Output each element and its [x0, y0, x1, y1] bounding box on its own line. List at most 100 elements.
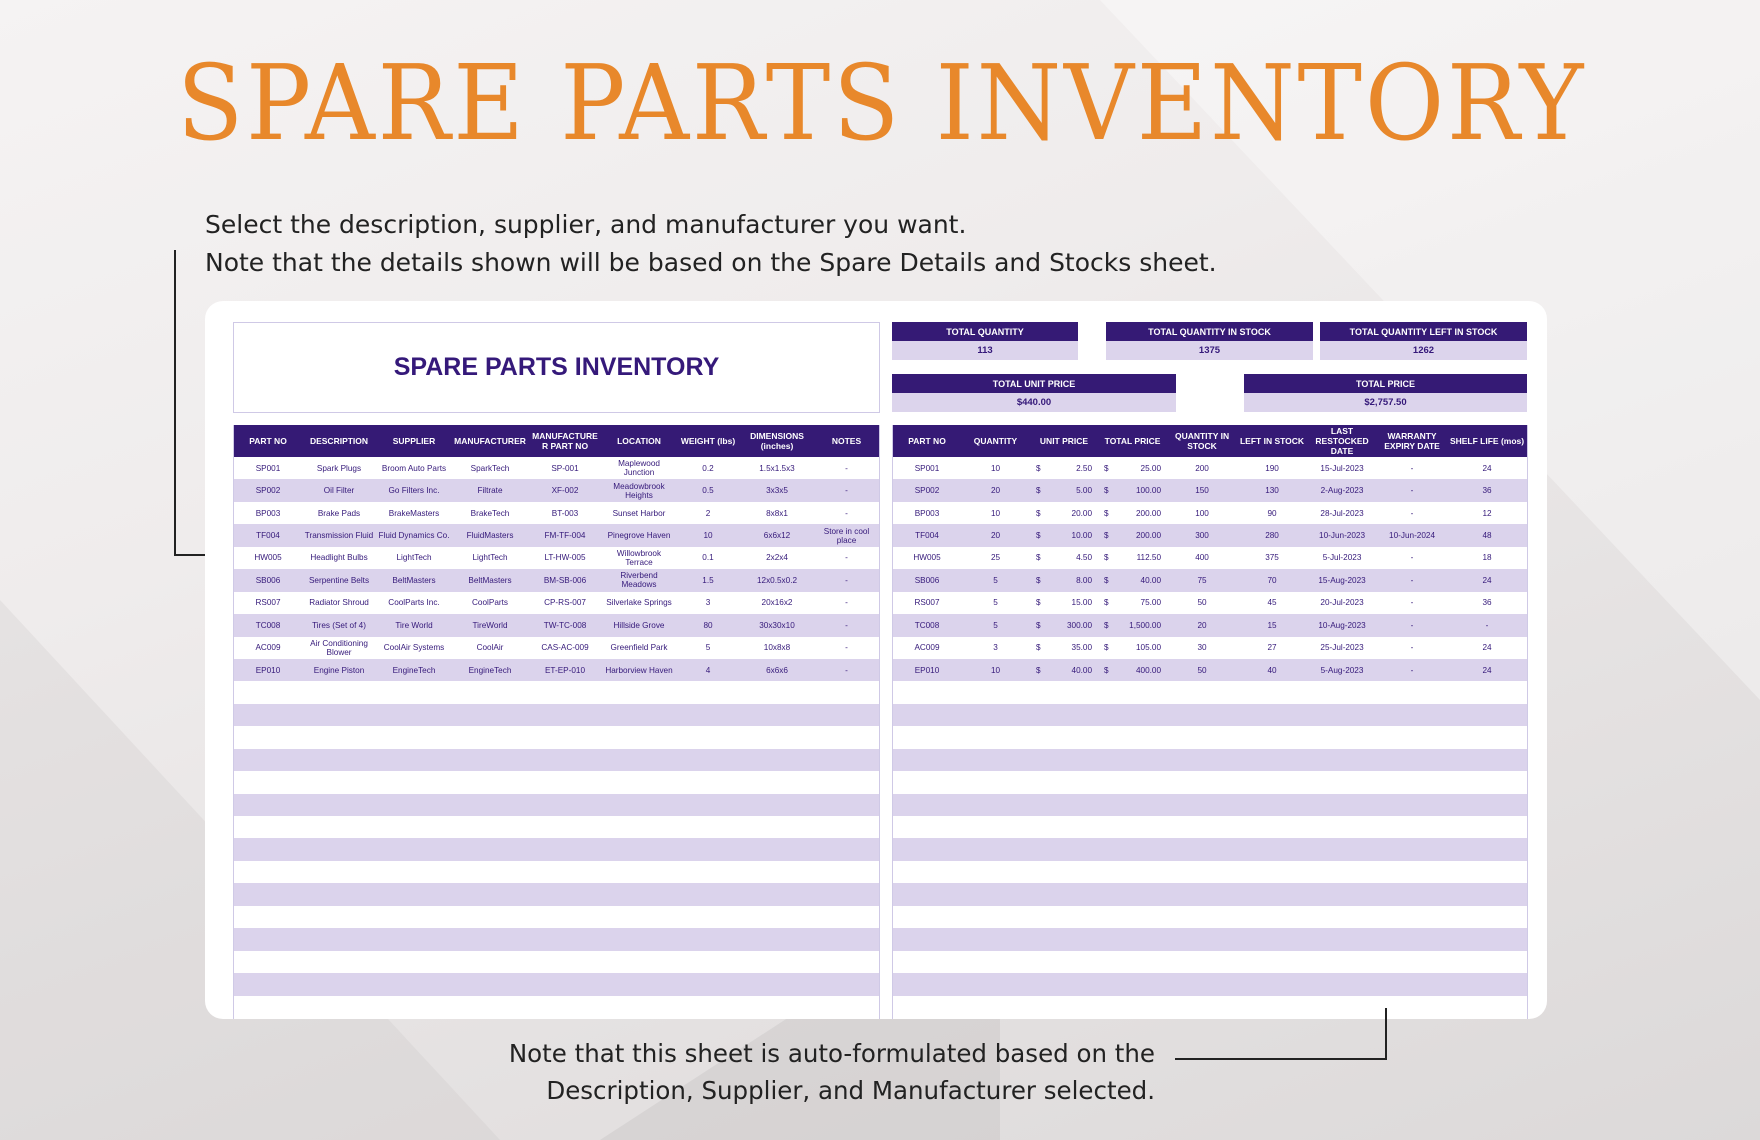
table-cell[interactable]: - [1447, 614, 1528, 637]
table-cell[interactable] [1052, 973, 1099, 996]
table-cell[interactable] [1447, 816, 1527, 838]
table-cell[interactable] [893, 703, 961, 727]
table-cell[interactable] [1118, 703, 1168, 727]
table-cell[interactable]: 200.00 [1118, 524, 1168, 547]
table-cell[interactable]: 200.00 [1118, 502, 1167, 524]
table-cell[interactable] [1377, 928, 1448, 951]
table-cell[interactable] [676, 681, 740, 703]
table-cell[interactable] [1167, 703, 1238, 727]
table-cell[interactable] [961, 861, 1030, 883]
table-cell[interactable]: 1.5 [676, 569, 740, 592]
table-cell[interactable] [893, 883, 961, 906]
table-cell[interactable] [528, 681, 602, 703]
table-cell[interactable] [302, 883, 376, 906]
table-cell[interactable] [740, 973, 814, 996]
table-cell[interactable]: 35.00 [1052, 637, 1098, 659]
table-cell[interactable]: SP002 [234, 479, 302, 502]
table-cell[interactable] [1052, 748, 1099, 772]
table-cell[interactable] [376, 973, 452, 996]
table-cell[interactable] [602, 973, 676, 996]
table-cell[interactable]: SparkTech [452, 457, 528, 479]
table-cell[interactable] [302, 951, 376, 973]
table-cell[interactable] [302, 748, 376, 772]
table-cell[interactable]: 3x3x5 [740, 479, 814, 502]
table-cell[interactable] [452, 793, 528, 816]
table-cell[interactable] [452, 951, 528, 973]
table-cell[interactable]: Oil Filter [302, 479, 376, 502]
table-cell[interactable] [676, 883, 740, 906]
table-cell[interactable] [676, 906, 740, 928]
table-cell[interactable]: 300 [1167, 524, 1238, 547]
table-cell[interactable]: - [814, 502, 879, 524]
table-cell[interactable] [1377, 816, 1447, 838]
table-cell[interactable]: - [814, 479, 879, 502]
table-cell[interactable]: - [814, 569, 879, 592]
table-cell[interactable]: Headlight Bulbs [302, 547, 376, 569]
table-cell[interactable] [1377, 681, 1447, 703]
table-cell[interactable]: Hillside Grove [602, 614, 676, 637]
table-cell[interactable]: AC009 [234, 637, 302, 659]
table-cell[interactable] [961, 883, 1030, 906]
table-cell[interactable] [1307, 816, 1377, 838]
table-cell[interactable]: 1.5x1.5x3 [740, 457, 814, 479]
table-cell[interactable] [234, 726, 302, 748]
table-cell[interactable] [814, 883, 879, 906]
table-cell[interactable]: 15.00 [1052, 592, 1098, 614]
table-cell[interactable] [302, 906, 376, 928]
table-cell[interactable] [602, 816, 676, 838]
table-cell[interactable] [1118, 996, 1167, 1018]
table-cell[interactable] [528, 861, 602, 883]
table-cell[interactable] [1118, 883, 1168, 906]
table-cell[interactable] [528, 996, 602, 1018]
table-cell[interactable] [376, 703, 452, 727]
table-cell[interactable]: 24 [1447, 569, 1528, 592]
table-cell[interactable] [1307, 703, 1378, 727]
table-cell[interactable]: EP010 [234, 658, 302, 682]
table-cell[interactable] [1307, 861, 1377, 883]
table-cell[interactable] [528, 906, 602, 928]
table-cell[interactable] [234, 703, 302, 727]
table-cell[interactable] [1167, 771, 1237, 793]
table-cell[interactable]: Air Conditioning Blower [302, 637, 376, 659]
table-cell[interactable] [602, 996, 676, 1018]
table-cell[interactable]: 0.5 [676, 479, 740, 502]
table-cell[interactable]: EngineTech [376, 658, 452, 682]
table-cell[interactable]: SP001 [893, 457, 961, 479]
table-cell[interactable] [740, 883, 814, 906]
table-cell[interactable]: 20 [961, 479, 1030, 502]
table-cell[interactable] [893, 838, 961, 861]
table-cell[interactable] [814, 703, 879, 727]
table-cell[interactable] [1307, 883, 1378, 906]
table-cell[interactable] [1167, 906, 1237, 928]
table-cell[interactable] [1237, 703, 1308, 727]
table-cell[interactable]: 75.00 [1118, 592, 1167, 614]
table-cell[interactable]: TC008 [893, 614, 961, 637]
table-cell[interactable] [302, 681, 376, 703]
table-cell[interactable]: 400.00 [1118, 658, 1168, 682]
table-cell[interactable] [961, 838, 1030, 861]
table-cell[interactable]: ET-EP-010 [528, 658, 602, 682]
table-cell[interactable]: SB006 [234, 569, 302, 592]
table-cell[interactable] [893, 996, 961, 1018]
table-cell[interactable]: 105.00 [1118, 637, 1167, 659]
table-cell[interactable] [1307, 906, 1377, 928]
table-cell[interactable] [676, 771, 740, 793]
table-cell[interactable]: TC008 [234, 614, 302, 637]
table-cell[interactable] [893, 861, 961, 883]
table-cell[interactable]: 24 [1447, 658, 1528, 682]
table-cell[interactable]: 18 [1447, 547, 1527, 569]
table-cell[interactable] [1447, 861, 1527, 883]
table-cell[interactable] [452, 816, 528, 838]
table-cell[interactable]: - [814, 547, 879, 569]
table-cell[interactable]: BM-SB-006 [528, 569, 602, 592]
table-cell[interactable]: TireWorld [452, 614, 528, 637]
table-cell[interactable]: RS007 [893, 592, 961, 614]
table-cell[interactable] [1377, 838, 1448, 861]
table-cell[interactable]: Filtrate [452, 479, 528, 502]
table-cell[interactable] [1237, 951, 1307, 973]
table-cell[interactable] [452, 748, 528, 772]
table-cell[interactable] [234, 973, 302, 996]
table-cell[interactable] [234, 816, 302, 838]
table-cell[interactable]: 10-Aug-2023 [1307, 614, 1378, 637]
table-cell[interactable] [1052, 838, 1099, 861]
